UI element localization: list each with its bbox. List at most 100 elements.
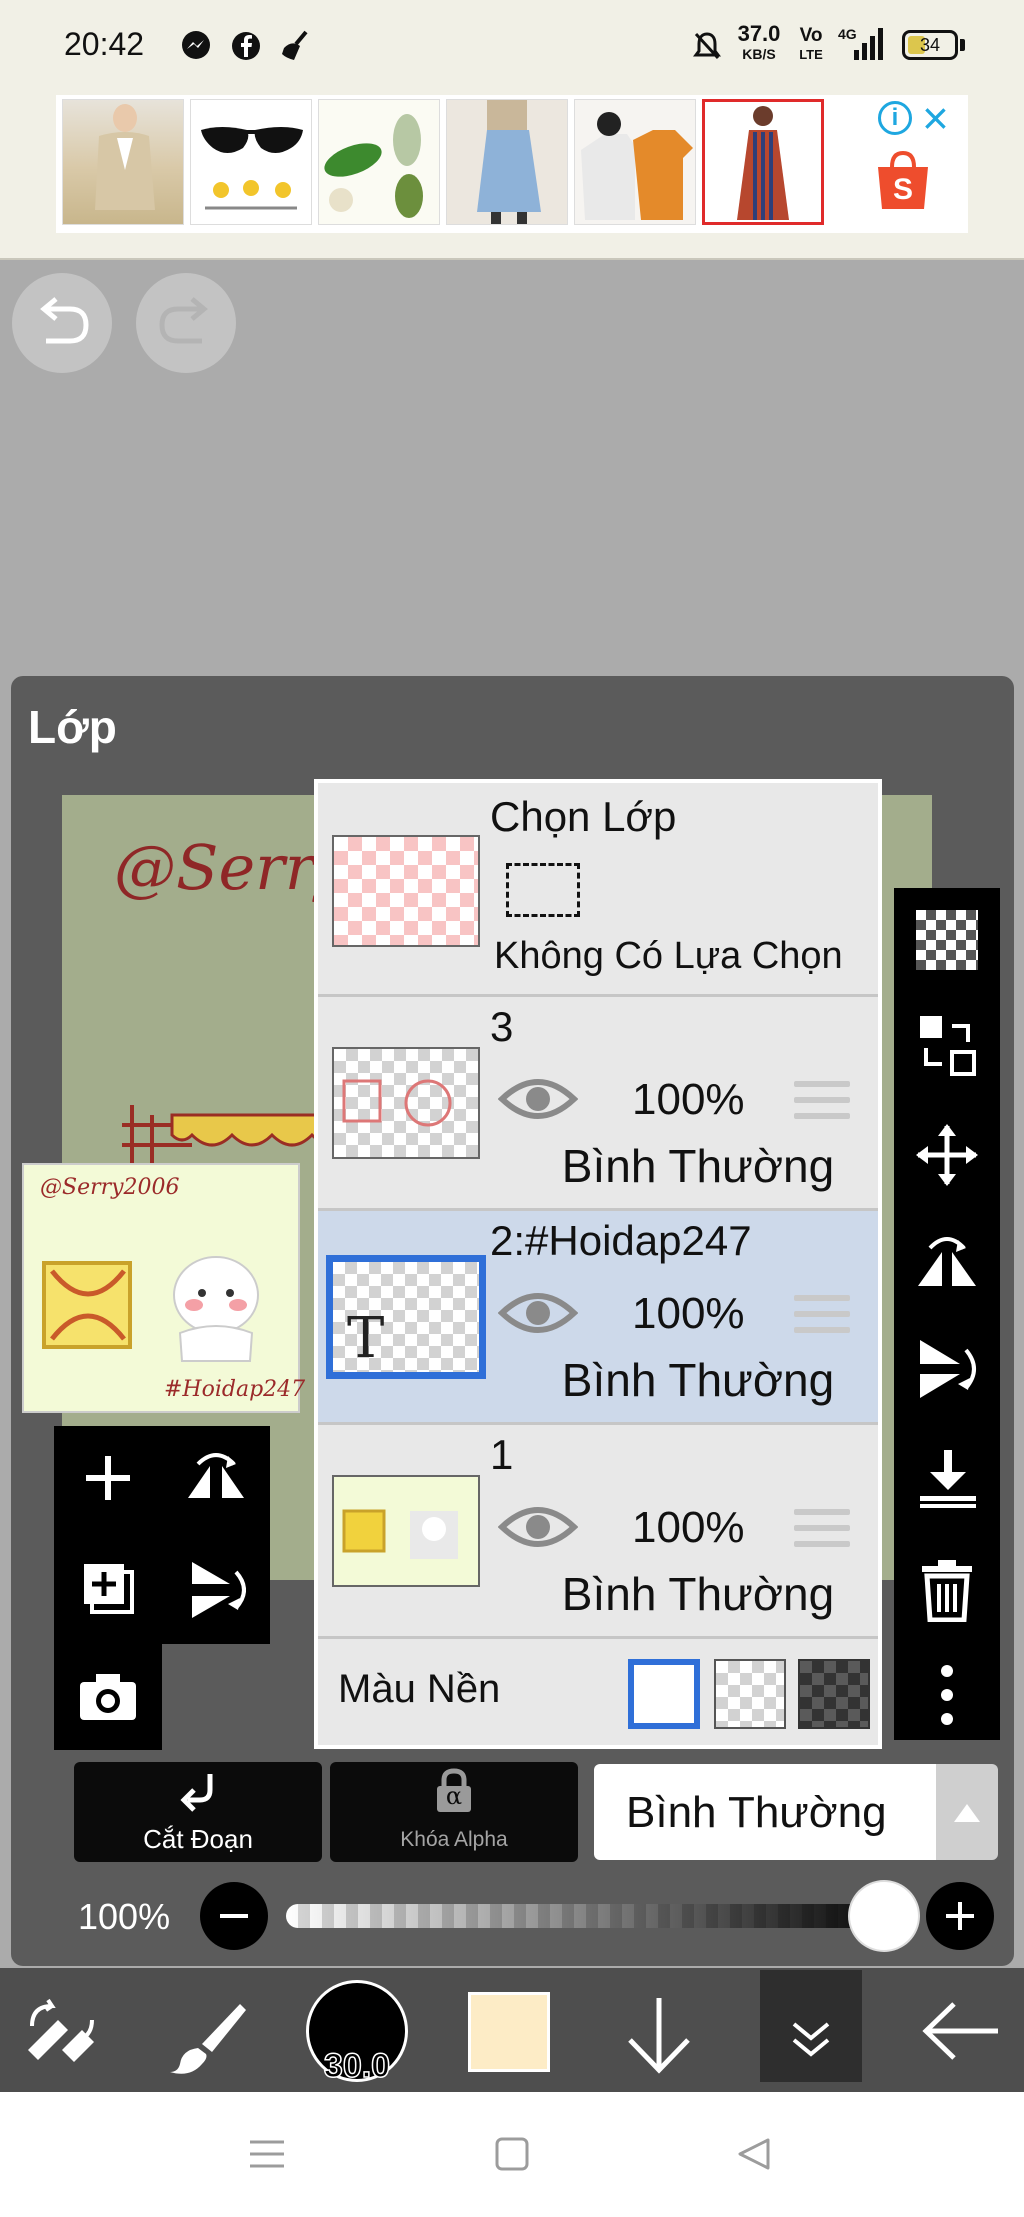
ad-image-dress[interactable] (702, 99, 824, 225)
flip-vertical-icon (192, 1562, 246, 1618)
duplicate-layer-button[interactable] (80, 1560, 140, 1620)
layer-opacity: 100% (632, 1289, 745, 1338)
opacity-slider-knob[interactable] (850, 1882, 918, 1950)
battery-level: 34 (919, 35, 941, 55)
text-layer-icon: T (347, 1306, 385, 1371)
selection-layer-subtitle: Không Có Lựa Chọn (494, 935, 843, 977)
battery-tip (960, 39, 965, 51)
flip-vertical-icon[interactable] (916, 1336, 980, 1402)
blend-mode-select[interactable]: Bình Thường (594, 1764, 936, 1860)
blend-mode-value: Bình Thường (626, 1788, 887, 1837)
signal-label: 4G (838, 26, 857, 42)
system-back-icon[interactable] (736, 2136, 772, 2172)
undo-button[interactable] (12, 273, 112, 373)
layer-thumbnail (332, 1047, 480, 1159)
duplicate-layer-icon (84, 1564, 134, 1614)
background-white-swatch[interactable] (628, 1659, 700, 1729)
ad-info-icon[interactable]: i (878, 101, 912, 135)
clipping-button[interactable]: Cắt Đoạn (74, 1762, 322, 1862)
shopee-icon[interactable]: S (874, 151, 932, 211)
color-swatch-button[interactable] (468, 1992, 550, 2072)
ad-image-blazer[interactable] (62, 99, 184, 225)
drag-handle-icon[interactable] (794, 1295, 850, 1343)
merge-down-icon[interactable] (918, 1448, 978, 1510)
layer-preview-thumbnail[interactable]: @Serry2006 #Hoidap247 (22, 1163, 305, 1413)
preview-watermark-top: @Serry2006 (40, 1175, 180, 1200)
facebook-icon (230, 30, 262, 62)
panel-title: Lớp (28, 701, 117, 753)
selection-layer-title: Chọn Lớp (490, 793, 677, 840)
preview-character (173, 1256, 259, 1362)
opacity-decrease-button[interactable] (200, 1882, 268, 1950)
net-speed-value: 37.0 (737, 21, 781, 46)
background-color-label: Màu Nền (338, 1667, 501, 1711)
opacity-slider-track[interactable] (286, 1904, 904, 1928)
ad-close-icon[interactable]: × (922, 91, 949, 145)
svg-text:S: S (893, 173, 913, 206)
layer-blend-mode: Bình Thường (561, 1354, 835, 1406)
alpha-symbol: α (445, 1782, 463, 1810)
opacity-label: 100% (78, 1896, 171, 1937)
background-transparent-swatch[interactable] (714, 1659, 786, 1729)
back-arrow-icon[interactable] (920, 2000, 1002, 2062)
mute-bell-icon (692, 30, 722, 62)
brush-size-value: 30.0 (323, 2046, 391, 2086)
ad-content[interactable]: i × S (56, 92, 968, 233)
flip-vertical-button[interactable] (186, 1558, 246, 1622)
opacity-increase-button[interactable] (926, 1882, 994, 1950)
arrow-down-icon[interactable] (624, 1994, 694, 2074)
visibility-eye-icon[interactable] (498, 1071, 578, 1127)
ad-banner[interactable]: i × S (0, 92, 1024, 260)
redo-button[interactable] (136, 273, 236, 373)
layer-row-selected[interactable]: T 2:#Hoidap247 100% Bình Thường (318, 1211, 878, 1425)
flip-horizontal-icon[interactable] (914, 1230, 980, 1292)
layer-name: 1 (490, 1431, 514, 1478)
blend-mode-dropdown-button[interactable] (936, 1764, 998, 1860)
layers-panel-button[interactable] (760, 1970, 862, 2082)
transparency-checker-icon[interactable] (916, 910, 978, 970)
transform-layer-icon[interactable] (916, 1012, 978, 1078)
layer-blend-mode: Bình Thường (561, 1568, 835, 1620)
undo-icon (40, 297, 89, 344)
recent-apps-icon[interactable] (248, 2138, 286, 2170)
add-layer-button[interactable] (80, 1450, 136, 1506)
messenger-icon (180, 30, 212, 62)
flip-horizontal-icon (188, 1453, 244, 1498)
alpha-lock-button[interactable]: α Khóa Alpha (330, 1762, 578, 1862)
flip-horizontal-button[interactable] (184, 1450, 248, 1506)
drag-handle-icon[interactable] (794, 1081, 850, 1129)
clipping-label: Cắt Đoạn (143, 1824, 253, 1854)
brush-size-button[interactable]: 30.0 (306, 1980, 408, 2086)
selection-layer-thumbnail (332, 835, 480, 947)
ad-image-skirt[interactable] (446, 99, 568, 225)
ad-image-sunglasses[interactable] (190, 99, 312, 225)
brush-tool-icon[interactable] (168, 1998, 248, 2074)
visibility-eye-icon[interactable] (498, 1499, 578, 1555)
battery-icon: 34 (902, 30, 958, 60)
visibility-eye-icon[interactable] (498, 1285, 578, 1341)
net-speed-unit: KB/S (742, 46, 776, 62)
drag-handle-icon[interactable] (794, 1509, 850, 1557)
layer-row[interactable]: 1 100% Bình Thường (318, 1425, 878, 1639)
preview-watermark-bottom: #Hoidap247 (164, 1377, 306, 1402)
camera-import-button[interactable] (78, 1670, 138, 1722)
home-icon[interactable] (494, 2136, 530, 2172)
more-options-icon[interactable] (940, 1664, 954, 1726)
alpha-lock-label: Khóa Alpha (400, 1828, 508, 1851)
layer-blend-mode: Bình Thường (561, 1140, 835, 1192)
ad-image-sandals[interactable] (318, 99, 440, 225)
trash-icon[interactable] (920, 1558, 974, 1622)
background-dark-checker-swatch[interactable] (798, 1659, 870, 1729)
move-icon[interactable] (914, 1122, 980, 1188)
layer-thumbnail: T (326, 1255, 486, 1379)
layer-row[interactable]: 3 100% Bình Thường (318, 997, 878, 1211)
selection-layer-row[interactable]: Chọn Lớp Không Có Lựa Chọn (318, 783, 878, 997)
layer-list: Chọn Lớp Không Có Lựa Chọn 3 100% Bình T… (314, 779, 882, 1749)
layer-name: 2:#Hoidap247 (490, 1217, 752, 1264)
ad-image-tshirts[interactable] (574, 99, 696, 225)
bottom-toolbar: 30.0 (0, 1968, 1024, 2092)
tool-switch-icon[interactable] (22, 1996, 102, 2068)
preview-stage-frame (42, 1261, 132, 1349)
redo-icon (159, 297, 208, 344)
camera-icon (80, 1674, 136, 1720)
